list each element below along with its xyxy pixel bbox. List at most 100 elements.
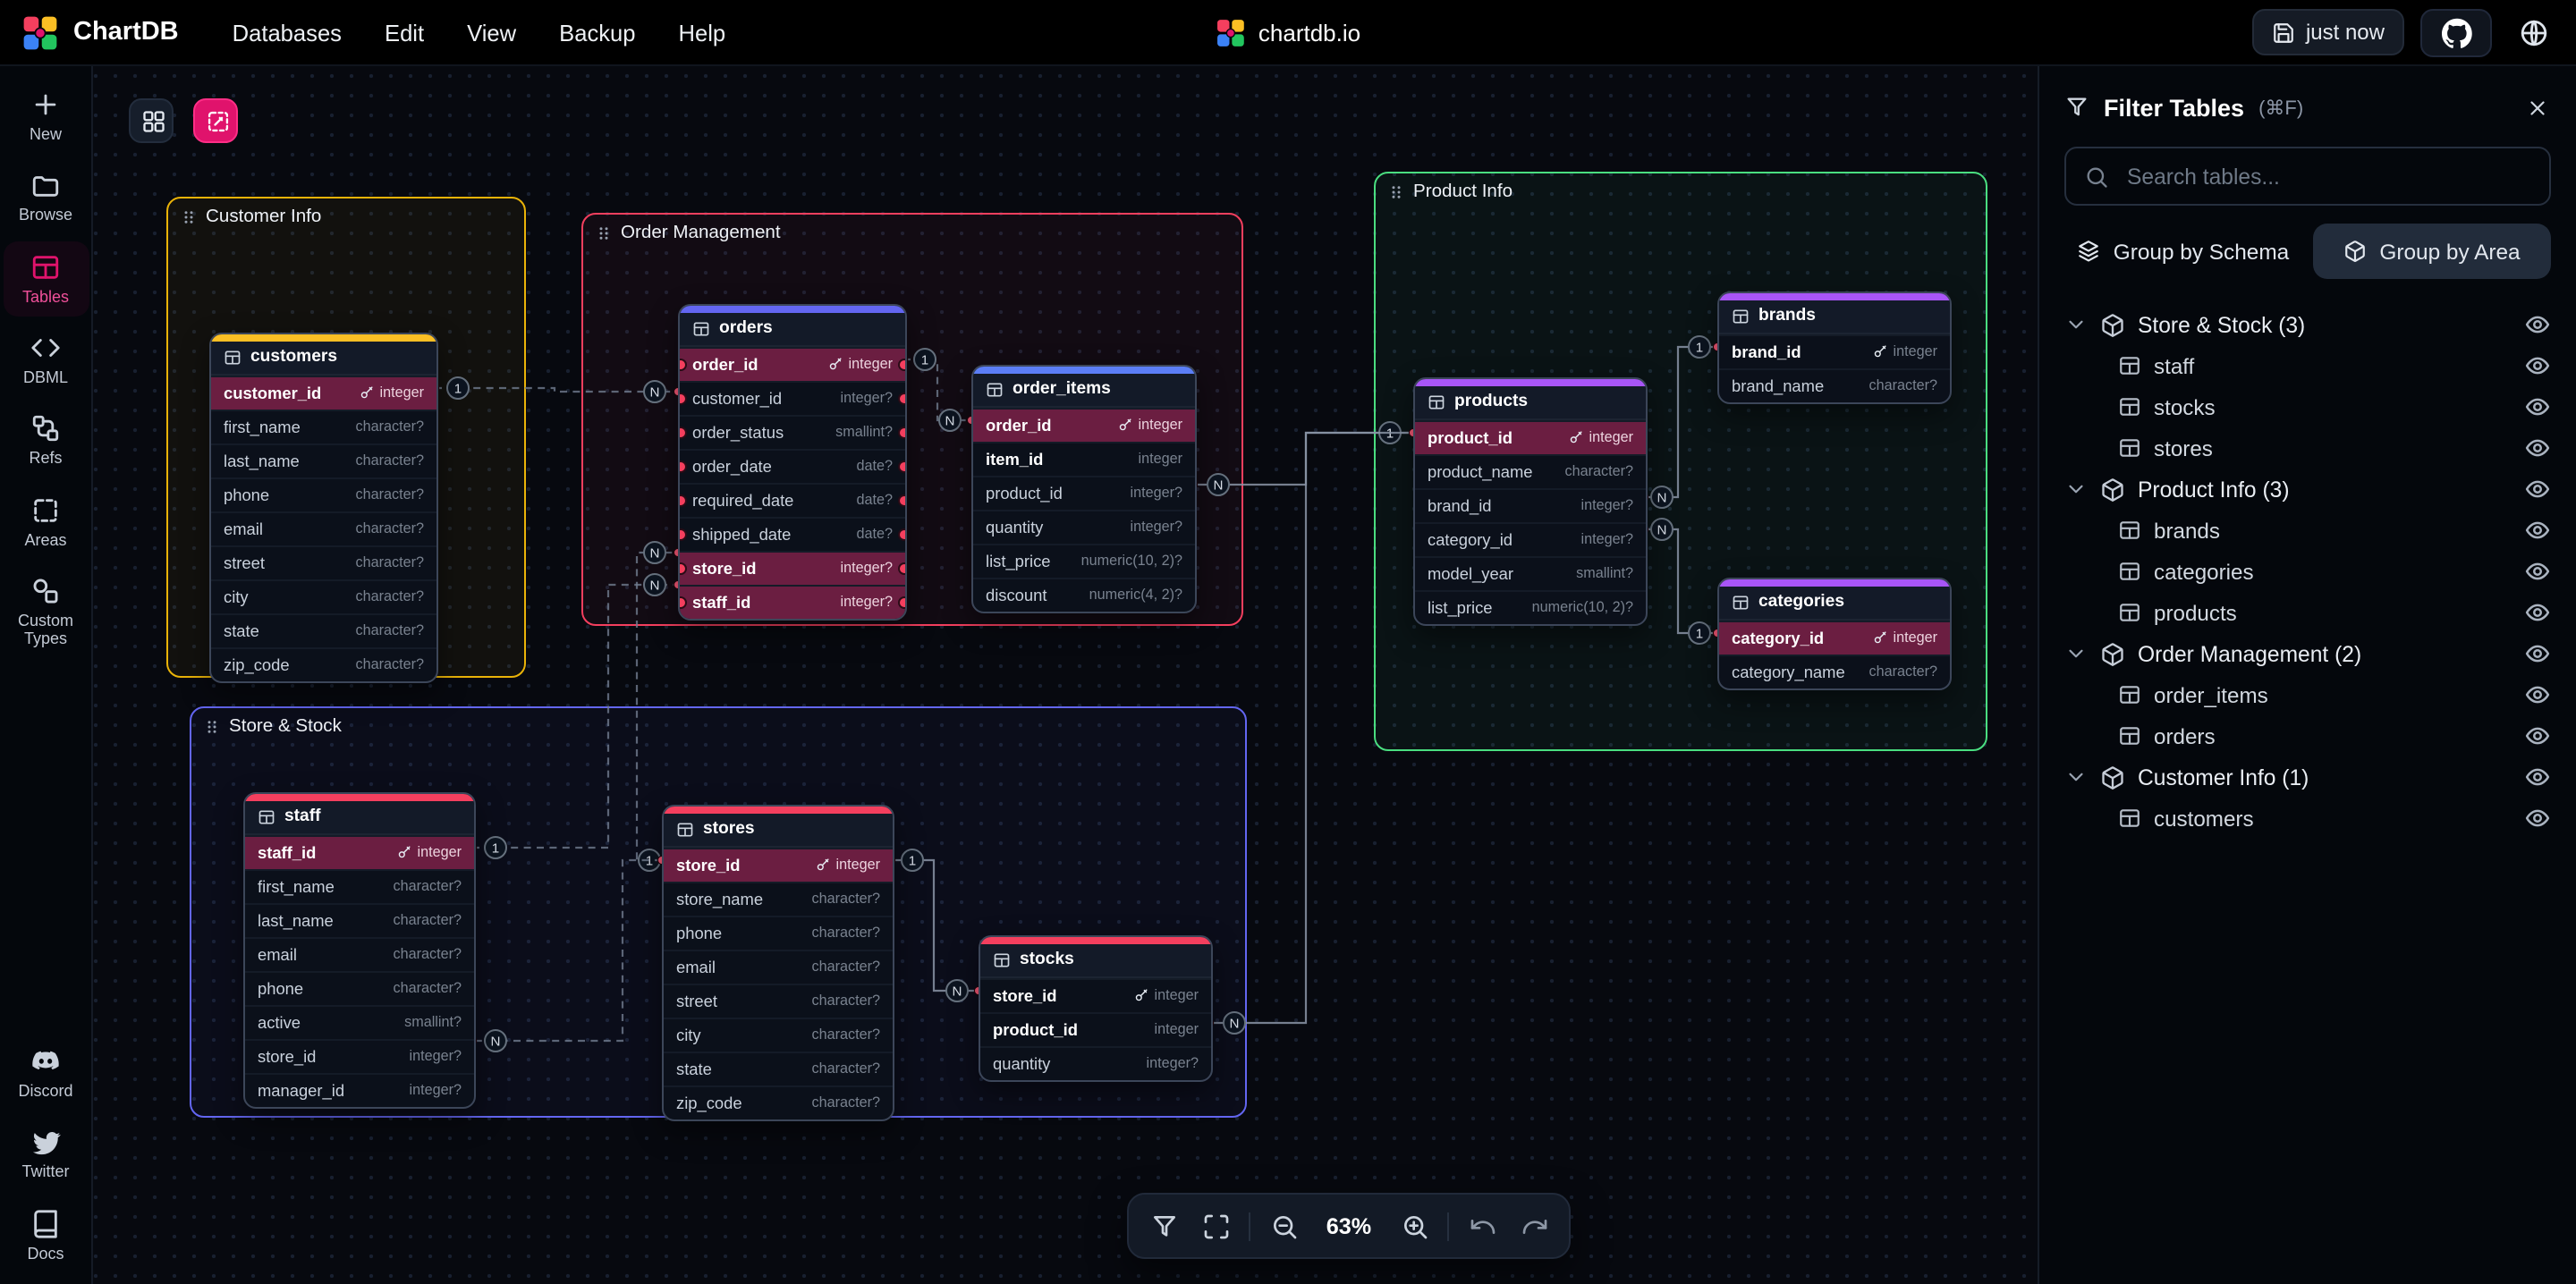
sidebar-item-docs[interactable]: Docs [3, 1197, 89, 1273]
field-customers-city[interactable]: citycharacter? [211, 579, 436, 612]
connection-handle[interactable] [898, 528, 907, 540]
connection-handle[interactable] [898, 562, 907, 574]
eye-icon[interactable] [2524, 435, 2551, 461]
field-customers-email[interactable]: emailcharacter? [211, 511, 436, 545]
menu-edit[interactable]: Edit [367, 10, 442, 55]
area-tool-button[interactable] [193, 98, 238, 143]
field-stores-store_id[interactable]: store_idinteger [664, 847, 893, 881]
connection-handle[interactable] [678, 460, 687, 472]
field-staff-email[interactable]: emailcharacter? [245, 936, 474, 970]
sidebar-item-browse[interactable]: Browse [3, 160, 89, 236]
table-stocks[interactable]: stocksstore_idintegerproduct_idintegerqu… [979, 935, 1213, 1081]
tree-table-categories[interactable]: categories [2064, 551, 2551, 592]
field-products-product_id[interactable]: product_idinteger [1415, 419, 1646, 453]
connection-handle[interactable] [678, 528, 687, 540]
zoom-in-button[interactable] [1390, 1202, 1438, 1250]
table-header[interactable]: orders [680, 312, 905, 346]
field-customers-street[interactable]: streetcharacter? [211, 545, 436, 579]
field-brands-brand_id[interactable]: brand_idinteger [1719, 334, 1950, 367]
search-input[interactable] [2123, 162, 2531, 190]
eye-icon[interactable] [2524, 517, 2551, 544]
field-products-category_id[interactable]: category_idinteger? [1415, 521, 1646, 555]
field-order_items-discount[interactable]: discountnumeric(4, 2)? [973, 577, 1195, 611]
connection-handle[interactable] [898, 494, 907, 506]
tree-table-stocks[interactable]: stocks [2064, 386, 2551, 427]
table-header[interactable]: brands [1719, 300, 1950, 334]
field-customers-state[interactable]: statecharacter? [211, 612, 436, 646]
field-stocks-store_id[interactable]: store_idinteger [980, 977, 1211, 1011]
tree-group-customer-info[interactable]: Customer Info (1) [2064, 756, 2551, 798]
field-orders-staff_id[interactable]: staff_idinteger? [680, 584, 905, 618]
table-orders[interactable]: ordersorder_idintegercustomer_idinteger?… [678, 304, 907, 620]
field-staff-manager_id[interactable]: manager_idinteger? [245, 1072, 474, 1106]
table-header[interactable]: customers [211, 341, 436, 375]
field-stores-zip_code[interactable]: zip_codecharacter? [664, 1085, 893, 1119]
connection-handle[interactable] [678, 596, 687, 608]
chevron-down-icon[interactable] [2064, 765, 2088, 789]
eye-icon[interactable] [2524, 764, 2551, 790]
table-categories[interactable]: categoriescategory_idintegercategory_nam… [1717, 578, 1952, 689]
field-customers-last_name[interactable]: last_namecharacter? [211, 443, 436, 477]
menu-backup[interactable]: Backup [541, 10, 653, 55]
connection-handle[interactable] [898, 358, 907, 370]
group-by-schema-button[interactable]: Group by Schema [2064, 224, 2302, 279]
field-stores-store_name[interactable]: store_namecharacter? [664, 881, 893, 915]
field-order_items-item_id[interactable]: item_idinteger [973, 441, 1195, 475]
field-products-list_price[interactable]: list_pricenumeric(10, 2)? [1415, 589, 1646, 623]
field-orders-order_id[interactable]: order_idinteger [680, 346, 905, 380]
field-orders-order_status[interactable]: order_statussmallint? [680, 414, 905, 448]
group-by-area-button[interactable]: Group by Area [2313, 224, 2551, 279]
field-staff-first_name[interactable]: first_namecharacter? [245, 868, 474, 902]
table-header[interactable]: staff [245, 800, 474, 834]
tree-table-brands[interactable]: brands [2064, 510, 2551, 551]
table-order_items[interactable]: order_itemsorder_idintegeritem_idinteger… [971, 365, 1197, 612]
connection-handle[interactable] [678, 426, 687, 438]
table-products[interactable]: productsproduct_idintegerproduct_namecha… [1413, 377, 1648, 625]
connection-handle[interactable] [898, 426, 907, 438]
field-stores-city[interactable]: citycharacter? [664, 1017, 893, 1051]
field-stocks-quantity[interactable]: quantityinteger? [980, 1045, 1211, 1079]
eye-icon[interactable] [2524, 311, 2551, 338]
eye-icon[interactable] [2524, 722, 2551, 749]
field-categories-category_name[interactable]: category_namecharacter? [1719, 654, 1950, 688]
field-staff-last_name[interactable]: last_namecharacter? [245, 902, 474, 936]
sidebar-item-new[interactable]: New [3, 79, 89, 155]
diagram-site-link[interactable]: chartdb.io [1216, 17, 1360, 47]
tree-group-store-stock[interactable]: Store & Stock (3) [2064, 304, 2551, 345]
connection-handle[interactable] [678, 562, 687, 574]
field-customers-first_name[interactable]: first_namecharacter? [211, 409, 436, 443]
menu-databases[interactable]: Databases [215, 10, 360, 55]
eye-icon[interactable] [2524, 558, 2551, 585]
brand[interactable]: ChartDB [21, 13, 179, 51]
field-customers-zip_code[interactable]: zip_codecharacter? [211, 646, 436, 680]
connection-handle[interactable] [678, 494, 687, 506]
menu-help[interactable]: Help [661, 10, 744, 55]
language-button[interactable] [2508, 9, 2555, 55]
field-products-product_name[interactable]: product_namecharacter? [1415, 453, 1646, 487]
connection-handle[interactable] [678, 392, 687, 404]
eye-icon[interactable] [2524, 681, 2551, 708]
sidebar-item-areas[interactable]: Areas [3, 484, 89, 560]
field-customers-customer_id[interactable]: customer_idinteger [211, 375, 436, 409]
field-order_items-list_price[interactable]: list_pricenumeric(10, 2)? [973, 543, 1195, 577]
table-header[interactable]: order_items [973, 373, 1195, 407]
field-order_items-order_id[interactable]: order_idinteger [973, 407, 1195, 441]
field-orders-store_id[interactable]: store_idinteger? [680, 550, 905, 584]
table-staff[interactable]: staffstaff_idintegerfirst_namecharacter?… [243, 792, 476, 1108]
field-orders-order_date[interactable]: order_datedate? [680, 448, 905, 482]
field-stocks-product_id[interactable]: product_idinteger [980, 1011, 1211, 1045]
sidebar-item-dbml[interactable]: DBML [3, 322, 89, 398]
sidebar-item-refs[interactable]: Refs [3, 403, 89, 479]
tree-table-staff[interactable]: staff [2064, 345, 2551, 386]
field-staff-active[interactable]: activesmallint? [245, 1004, 474, 1038]
zoom-level[interactable]: 63% [1311, 1213, 1386, 1238]
field-staff-phone[interactable]: phonecharacter? [245, 970, 474, 1004]
table-header[interactable]: stores [664, 813, 893, 847]
sidebar-item-custom-types[interactable]: Custom Types [3, 565, 89, 659]
field-stores-state[interactable]: statecharacter? [664, 1051, 893, 1085]
tree-group-product-info[interactable]: Product Info (3) [2064, 469, 2551, 510]
field-staff-staff_id[interactable]: staff_idinteger [245, 834, 474, 868]
tree-table-stores[interactable]: stores [2064, 427, 2551, 469]
fit-view-button[interactable] [1191, 1202, 1240, 1250]
chevron-down-icon[interactable] [2064, 477, 2088, 501]
